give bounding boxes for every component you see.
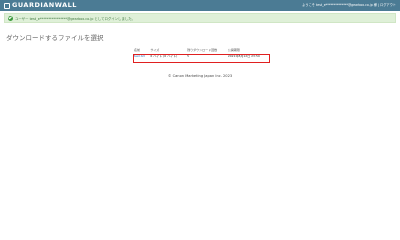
page-title: ダウンロードするファイルを選択: [6, 34, 104, 42]
footer-copyright: © Canon Marketing Japan Inc. 2023: [167, 74, 233, 78]
guardianwall-logo: GUARDIANWALL: [4, 2, 77, 9]
selected-row-highlight: [133, 54, 270, 63]
top-bar: GUARDIANWALL ようこそ test_e**************@g…: [0, 0, 400, 11]
user-info[interactable]: ようこそ test_e**************@gearbox.co.jp …: [302, 2, 396, 9]
logo-icon: [4, 2, 10, 9]
alert-message: ユーザー test_e****************@gearbox.co.j…: [15, 16, 136, 21]
login-success-alert: ユーザー test_e****************@gearbox.co.j…: [4, 13, 396, 23]
check-circle-icon: [8, 15, 13, 21]
logo-text: GUARDIANWALL: [12, 1, 77, 9]
